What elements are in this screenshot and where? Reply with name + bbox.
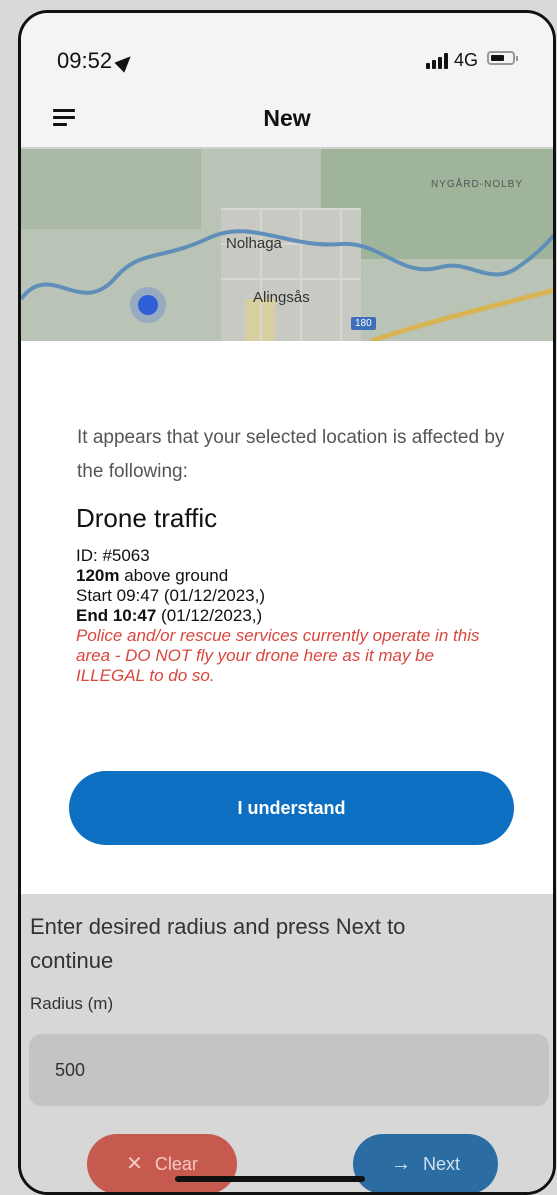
map-label-place2: Alingsås bbox=[253, 289, 310, 306]
signal-bars-icon bbox=[426, 53, 448, 69]
status-bar: 09:52 4G bbox=[21, 13, 553, 89]
map-graphic bbox=[21, 149, 553, 341]
radius-input[interactable]: 500 bbox=[29, 1034, 549, 1106]
i-understand-button[interactable]: I understand bbox=[69, 771, 514, 845]
radius-form: Enter desired radius and press Next to c… bbox=[21, 894, 553, 1192]
phone-frame: 09:52 4G New NYGÅRD-NOLBY Nolhaga Alings… bbox=[18, 10, 556, 1195]
next-button[interactable]: → Next bbox=[353, 1134, 498, 1192]
map-label-place1: Nolhaga bbox=[226, 235, 282, 252]
clear-button[interactable]: ✕ Clear bbox=[87, 1134, 237, 1192]
alert-title: Drone traffic bbox=[76, 503, 218, 533]
alert-details: ID: #5063 120m above ground Start 09:47 … bbox=[76, 546, 496, 686]
close-icon: ✕ bbox=[126, 1153, 143, 1175]
form-instruction: Enter desired radius and press Next to c… bbox=[30, 914, 406, 973]
end-label: End 10:47 bbox=[76, 606, 157, 625]
alert-end: End 10:47 (01/12/2023,) bbox=[76, 606, 496, 626]
page-title: New bbox=[263, 105, 311, 131]
map-view[interactable]: NYGÅRD-NOLBY Nolhaga Alingsås 180 bbox=[21, 149, 553, 341]
location-arrow-icon bbox=[114, 51, 136, 73]
alert-altitude: 120m above ground bbox=[76, 566, 496, 586]
battery-icon bbox=[487, 51, 518, 65]
arrow-right-icon: → bbox=[390, 1153, 411, 1175]
end-date: (01/12/2023,) bbox=[161, 606, 263, 625]
altitude-suffix: above ground bbox=[124, 566, 229, 585]
radius-label: Radius (m) bbox=[30, 994, 114, 1013]
map-label-area: NYGÅRD-NOLBY bbox=[431, 179, 524, 190]
status-time: 09:52 bbox=[57, 48, 136, 74]
alert-modal: It appears that your selected location i… bbox=[21, 341, 553, 894]
home-indicator[interactable] bbox=[175, 1176, 365, 1182]
alert-warning: Police and/or rescue services currently … bbox=[76, 626, 480, 685]
nav-bar: New bbox=[21, 89, 553, 149]
network-type: 4G bbox=[454, 50, 479, 70]
alert-id: ID: #5063 bbox=[76, 546, 150, 565]
alert-intro-text: It appears that your selected location i… bbox=[77, 427, 505, 482]
alert-start: Start 09:47 (01/12/2023,) bbox=[76, 586, 266, 605]
location-pin-icon[interactable] bbox=[138, 295, 158, 315]
next-label: Next bbox=[422, 1154, 460, 1174]
altitude-value: 120m bbox=[76, 566, 120, 585]
time-text: 09:52 bbox=[57, 48, 113, 73]
road-number-badge: 180 bbox=[351, 317, 376, 330]
clear-label: Clear bbox=[154, 1154, 198, 1174]
